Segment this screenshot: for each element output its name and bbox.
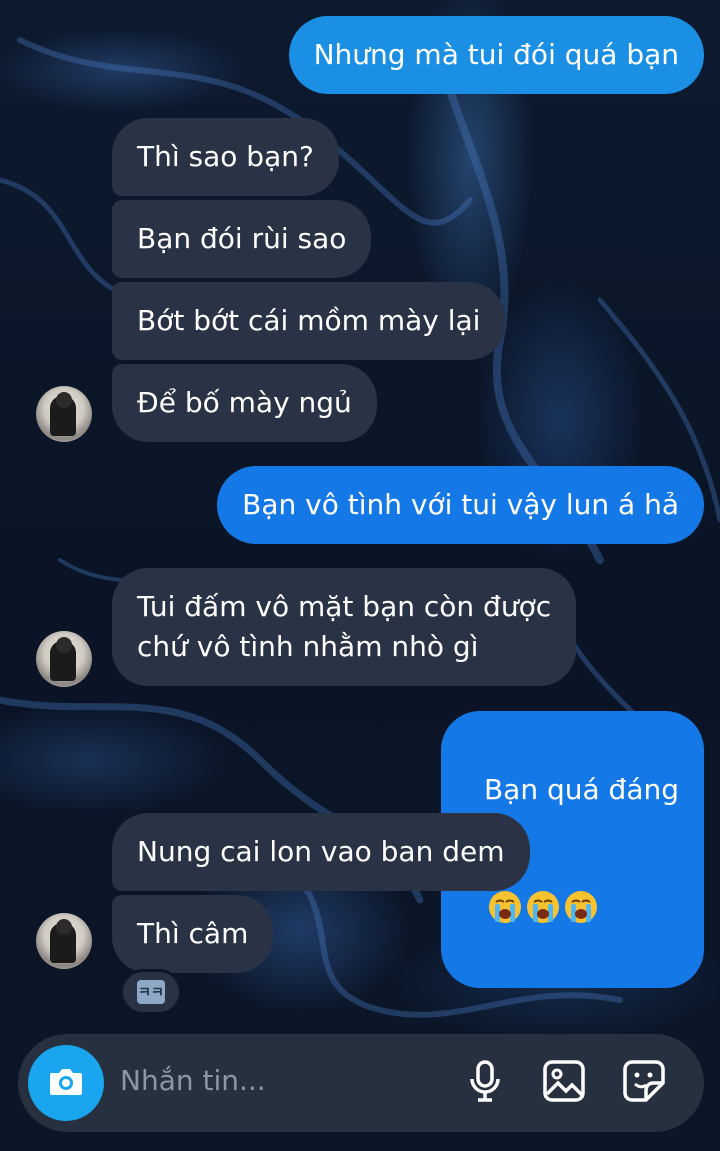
- incoming-message[interactable]: Thì câm: [112, 895, 274, 973]
- gallery-button[interactable]: [539, 1058, 589, 1108]
- reaction-label: ㅋㅋ: [137, 980, 165, 1004]
- loudly-crying-face-icon: [564, 810, 598, 923]
- incoming-message[interactable]: Nung cai lon vao ban dem: [112, 813, 530, 891]
- message-composer: Nhắn tin...: [18, 1034, 704, 1132]
- loudly-crying-face-icon: [526, 810, 560, 923]
- microphone-icon: [465, 1059, 505, 1107]
- avatar[interactable]: [36, 913, 92, 969]
- avatar[interactable]: [36, 631, 92, 687]
- incoming-message[interactable]: Thì sao bạn?: [112, 118, 339, 196]
- message-text: Bạn quá đáng: [483, 773, 679, 806]
- microphone-button[interactable]: [460, 1058, 510, 1108]
- outgoing-message[interactable]: Nhưng mà tui đói quá bạn: [288, 16, 704, 94]
- incoming-message[interactable]: Tui đấm vô mặt bạn còn được chứ vô tình …: [112, 568, 577, 686]
- sticker-button[interactable]: [619, 1058, 669, 1108]
- camera-icon: [46, 1061, 86, 1105]
- camera-button[interactable]: [28, 1045, 104, 1121]
- incoming-message[interactable]: Để bố mày ngủ: [112, 364, 377, 442]
- avatar[interactable]: [36, 386, 92, 442]
- incoming-message[interactable]: Bạn đói rùi sao: [112, 200, 372, 278]
- sticker-icon: [622, 1059, 666, 1107]
- gallery-icon: [542, 1059, 586, 1107]
- incoming-message[interactable]: Bớt bớt cái mồm mày lại: [112, 282, 506, 360]
- message-input[interactable]: Nhắn tin...: [120, 1064, 266, 1097]
- outgoing-message[interactable]: Bạn vô tình với tui vậy lun á hả: [217, 466, 704, 544]
- message-reaction[interactable]: ㅋㅋ: [120, 969, 182, 1015]
